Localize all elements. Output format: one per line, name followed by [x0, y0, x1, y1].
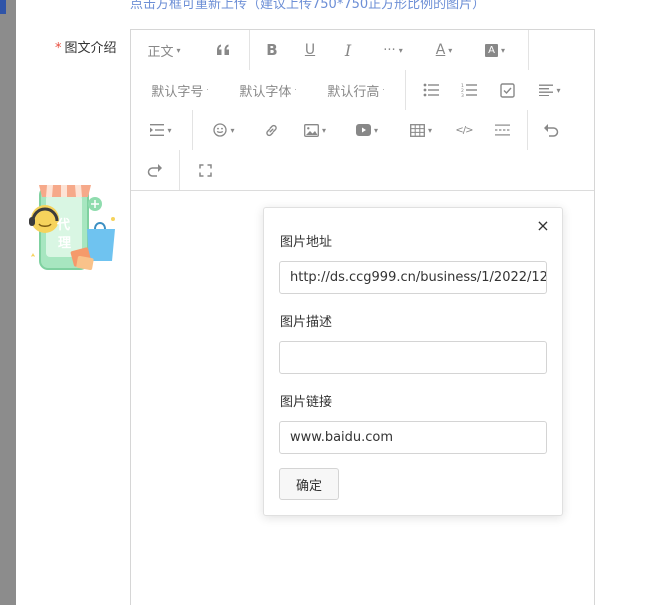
close-icon[interactable]: ×: [534, 216, 552, 235]
underline-icon[interactable]: U: [293, 30, 327, 70]
link-icon[interactable]: [255, 110, 287, 150]
chevron-down-icon: ▾: [176, 45, 181, 55]
video-icon[interactable]: ▾: [347, 110, 387, 150]
code-icon[interactable]: </>: [449, 110, 479, 150]
more-label: ···: [383, 42, 396, 58]
paragraph-label: 正文: [147, 44, 174, 60]
font-color-icon[interactable]: A ▾: [425, 30, 463, 70]
align-icon[interactable]: ▾: [531, 70, 569, 110]
indent-icon[interactable]: ▾: [143, 110, 179, 150]
bullet-list-icon[interactable]: [415, 70, 447, 110]
font-size-select[interactable]: 默认字号 ·: [147, 70, 213, 110]
chevron-down-icon: ▾: [373, 125, 378, 135]
chevron-down-icon: ▾: [321, 125, 326, 135]
toolbar-separator: [405, 70, 406, 110]
inserted-sticker-image[interactable]: 代 理: [15, 177, 125, 277]
bg-color-label: A: [484, 43, 498, 57]
image-icon[interactable]: ▾: [295, 110, 335, 150]
chevron-down-icon: ·: [206, 86, 209, 94]
chevron-down-icon: ▾: [500, 45, 505, 55]
paragraph-select[interactable]: 正文 ▾: [139, 30, 189, 70]
redo-icon[interactable]: [139, 150, 171, 190]
chevron-down-icon: ▾: [448, 45, 453, 55]
font-family-select[interactable]: 默认字体 ·: [235, 70, 301, 110]
sidebar-accent: [0, 0, 6, 14]
svg-text:3: 3: [461, 93, 464, 97]
sticker-char-2: 理: [58, 236, 71, 251]
chevron-down-icon: ·: [382, 86, 385, 94]
editor-toolbar: 正文 ▾ B U I ··· ▾ A ▾ A ▾ 默认字号 · 默认字体 · 默…: [131, 30, 594, 191]
image-link-input[interactable]: www.baidu.com: [279, 421, 547, 454]
confirm-button[interactable]: 确定: [279, 468, 339, 500]
divider-icon[interactable]: [487, 110, 517, 150]
bold-icon[interactable]: B: [255, 30, 289, 70]
font-family-label: 默认字体: [239, 84, 292, 100]
table-icon[interactable]: ▾: [401, 110, 441, 150]
font-color-label: A: [435, 42, 446, 58]
todo-list-icon[interactable]: [491, 70, 523, 110]
required-mark: *: [55, 41, 62, 56]
bg-color-icon[interactable]: A ▾: [475, 30, 515, 70]
chevron-down-icon: ▾: [427, 125, 432, 135]
toolbar-separator: [528, 30, 529, 70]
field-label: * 图文介绍: [55, 37, 117, 56]
italic-icon[interactable]: I: [331, 30, 365, 70]
toolbar-separator: [192, 110, 193, 150]
chevron-down-icon: ▾: [556, 85, 561, 95]
font-size-label: 默认字号: [151, 84, 204, 100]
line-height-select[interactable]: 默认行高 ·: [323, 70, 389, 110]
image-url-label: 图片地址: [280, 235, 333, 250]
image-desc-label: 图片描述: [280, 315, 333, 330]
emoji-icon[interactable]: ▾: [205, 110, 243, 150]
chevron-down-icon: ▾: [398, 45, 403, 55]
left-sidebar-edge: [0, 0, 16, 605]
image-properties-popup: × 图片地址 http://ds.ccg999.cn/business/1/20…: [263, 207, 563, 516]
toolbar-separator: [527, 110, 528, 150]
numbered-list-icon[interactable]: 123: [453, 70, 485, 110]
chevron-down-icon: ·: [294, 86, 297, 94]
image-desc-input[interactable]: [279, 341, 547, 374]
upload-hint: 点击方框可重新上传（建议上传750*750正方形比例的图片）: [130, 0, 486, 12]
toolbar-separator: [179, 150, 180, 190]
image-url-input[interactable]: http://ds.ccg999.cn/business/1/2022/12: [279, 261, 547, 294]
sticker-char-1: 代: [56, 217, 70, 233]
field-label-text: 图文介绍: [64, 41, 117, 56]
quote-icon[interactable]: [205, 30, 241, 70]
undo-icon[interactable]: [535, 110, 567, 150]
chevron-down-icon: ▾: [230, 125, 235, 135]
chevron-down-icon: ▾: [167, 125, 172, 135]
fullscreen-icon[interactable]: [189, 150, 221, 190]
image-link-label: 图片链接: [280, 395, 333, 410]
more-icon[interactable]: ··· ▾: [371, 30, 415, 70]
toolbar-separator: [249, 30, 250, 70]
line-height-label: 默认行高: [327, 84, 380, 100]
